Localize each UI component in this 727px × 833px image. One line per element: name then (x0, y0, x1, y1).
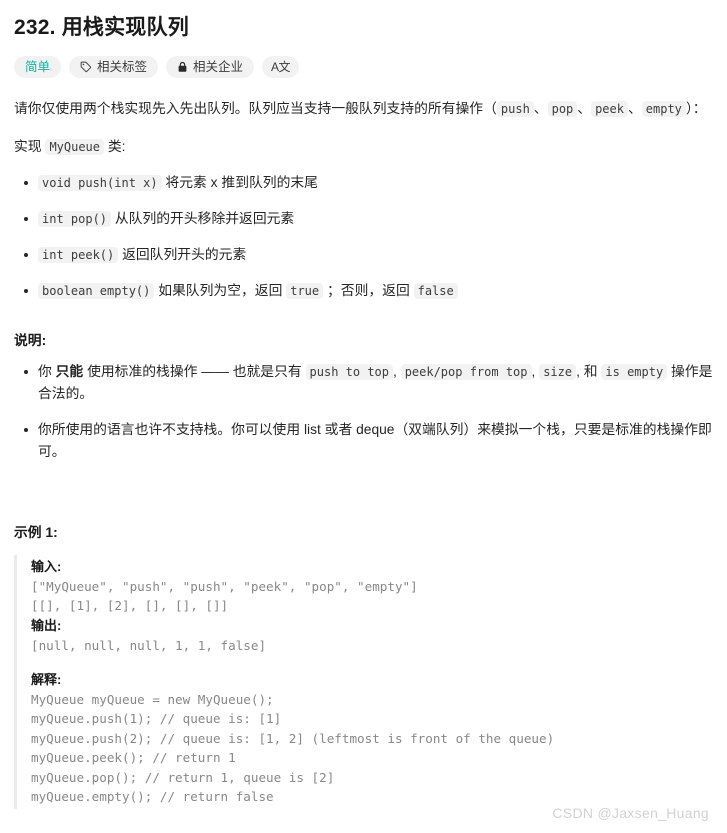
code-pop: pop (547, 101, 578, 118)
explain-line: myQueue.empty(); // return false (31, 789, 274, 805)
implement-prefix: 实现 (14, 139, 46, 155)
difficulty-badge[interactable]: 简单 (14, 56, 62, 79)
code-peek: peek (591, 101, 628, 118)
code-push-to-top: push to top (305, 363, 394, 380)
watermark: CSDN @Jaxsen_Huang (552, 805, 709, 821)
list-item: boolean empty() 如果队列为空，返回 true ；否则，返回 fa… (24, 280, 713, 302)
method-description: 将元素 x 推到队列的末尾 (165, 175, 318, 191)
code-spacer (31, 656, 713, 670)
problem-page: 232. 用栈实现队列 简单 相关标签 相关企业 A文 请你仅使用两个栈实现先入… (0, 0, 727, 833)
method-description-a: 如果队列为空，返回 (158, 283, 287, 299)
explain-line: myQueue.peek(); // return 1 (31, 750, 236, 766)
method-signature: boolean empty() (38, 283, 155, 300)
explain-line: MyQueue myQueue = new MyQueue(); (31, 691, 274, 707)
implement-paragraph: 实现 MyQueue 类: (14, 136, 713, 158)
note-sep-3: , 和 (576, 363, 602, 379)
lock-icon (177, 61, 188, 73)
input-line: ["MyQueue", "push", "push", "peek", "pop… (31, 578, 418, 594)
method-signature: void push(int x) (38, 175, 162, 192)
code-true: true (286, 283, 324, 300)
code-peek-pop-from-top: peek/pop from top (400, 363, 532, 380)
output-line: [null, null, null, 1, 1, false] (31, 638, 267, 654)
code-false: false (413, 283, 458, 300)
sep-1: 、 (533, 101, 548, 117)
explain-line: myQueue.push(1); // queue is: [1] (31, 711, 282, 727)
list-item: 你 只能 使用标准的栈操作 —— 也就是只有 push to top, peek… (24, 361, 713, 405)
code-myqueue: MyQueue (45, 139, 105, 156)
badge-row: 简单 相关标签 相关企业 A文 (14, 56, 713, 79)
related-companies-button[interactable]: 相关企业 (166, 56, 255, 79)
note-text-a: 你 (38, 363, 56, 379)
list-item: int peek() 返回队列开头的元素 (24, 244, 713, 266)
related-tags-label: 相关标签 (97, 60, 148, 75)
list-item: void push(int x) 将元素 x 推到队列的末尾 (24, 172, 713, 194)
code-size: size (539, 363, 577, 380)
implement-suffix: 类: (104, 139, 126, 155)
intro-prefix: 请你仅使用两个栈实现先入先出队列。队列应当支持一般队列支持的所有操作（ (14, 101, 497, 117)
explain-line: myQueue.push(2); // queue is: [1, 2] (le… (31, 730, 555, 746)
note-emphasis: 只能 (55, 363, 84, 379)
list-item: int pop() 从队列的开头移除并返回元素 (24, 208, 713, 230)
related-tags-button[interactable]: 相关标签 (69, 56, 159, 79)
notes-list: 你 只能 使用标准的栈操作 —— 也就是只有 push to top, peek… (14, 361, 713, 463)
page-title: 232. 用栈实现队列 (14, 16, 189, 39)
input-label: 输入: (31, 558, 62, 574)
method-description-b: ；否则，返回 (323, 283, 414, 299)
example-code-block: 输入: ["MyQueue", "push", "push", "peek", … (14, 554, 713, 809)
method-description: 从队列的开头移除并返回元素 (114, 211, 295, 227)
list-item: 你所使用的语言也许不支持栈。你可以使用 list 或者 deque（双端队列）来… (24, 419, 713, 463)
code-is-empty: is empty (601, 363, 668, 380)
note-text: 你所使用的语言也许不支持栈。你可以使用 list 或者 deque（双端队列）来… (38, 421, 712, 459)
explain-line: myQueue.pop(); // return 1, queue is [2] (31, 769, 335, 785)
tag-icon (80, 61, 92, 73)
note-text-b: 使用标准的栈操作 —— 也就是只有 (83, 363, 306, 379)
method-list: void push(int x) 将元素 x 推到队列的末尾 int pop()… (14, 172, 713, 302)
difficulty-label: 简单 (25, 60, 51, 75)
method-description: 返回队列开头的元素 (122, 247, 247, 263)
notes-heading: 说明: (14, 332, 47, 348)
translate-icon: A文 (271, 60, 291, 75)
output-label: 输出: (31, 617, 62, 633)
code-empty: empty (641, 101, 686, 118)
intro-suffix: ）： (685, 101, 707, 117)
method-signature: int pop() (38, 211, 112, 228)
example-heading: 示例 1: (14, 524, 58, 540)
code-push: push (496, 101, 534, 118)
intro-paragraph: 请你仅使用两个栈实现先入先出队列。队列应当支持一般队列支持的所有操作（ push、… (14, 98, 713, 120)
method-signature: int peek() (38, 247, 119, 264)
explain-label: 解释: (31, 671, 62, 687)
translate-button[interactable]: A文 (262, 56, 300, 79)
sep-3: 、 (627, 101, 642, 117)
input-line: [[], [1], [2], [], [], []] (31, 598, 229, 614)
note-sep-1: , (393, 363, 401, 379)
sep-2: 、 (577, 101, 592, 117)
related-companies-label: 相关企业 (193, 60, 244, 75)
